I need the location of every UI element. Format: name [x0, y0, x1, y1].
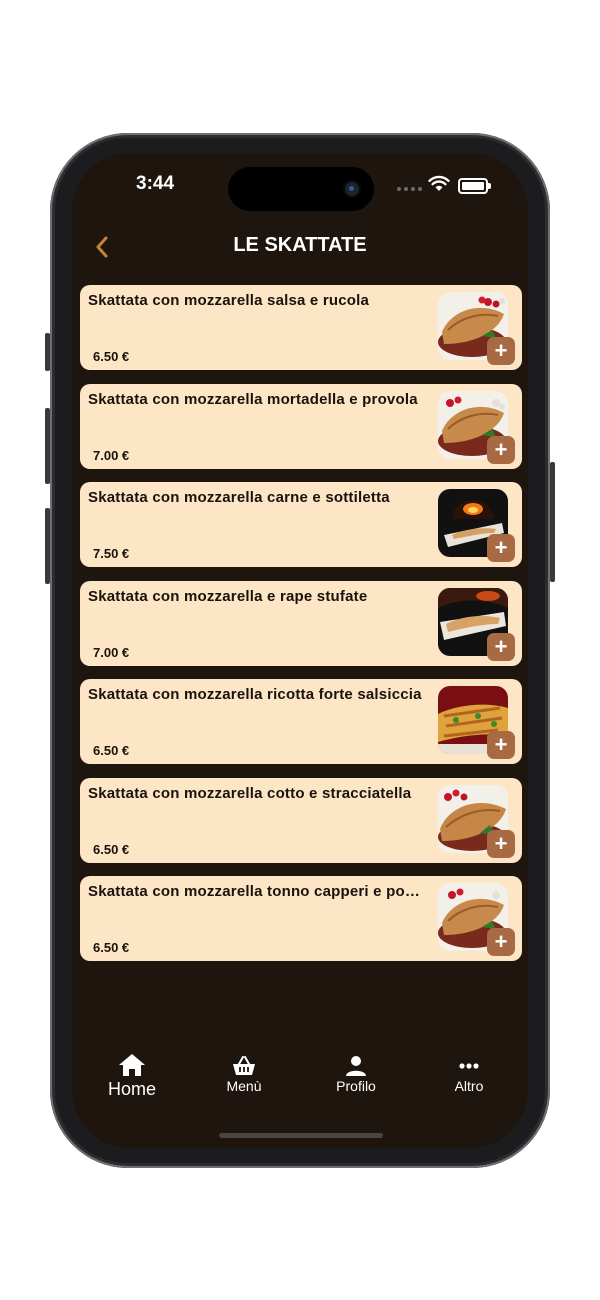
signal-icon	[397, 187, 422, 191]
tab-profile-label: Profilo	[336, 1078, 376, 1094]
tab-more[interactable]: Altro	[419, 1056, 519, 1094]
wifi-icon	[428, 175, 450, 191]
person-icon	[346, 1056, 366, 1076]
status-time: 3:44	[136, 173, 175, 194]
tab-home[interactable]: Home	[82, 1053, 182, 1100]
tab-profile[interactable]: Profilo	[306, 1056, 406, 1094]
dynamic-island	[228, 167, 374, 211]
tab-menu[interactable]: Menù	[194, 1056, 294, 1094]
product-name: Skattata con mozzarella salsa e rucola	[88, 292, 370, 309]
product-name: Skattata con mozzarella cotto e straccia…	[88, 784, 412, 802]
home-indicator[interactable]	[219, 1133, 383, 1138]
product-price: 6.50 €	[93, 349, 130, 364]
product-name: Skattata con mozzarella ricotta forte sa…	[88, 686, 422, 703]
add-to-cart-button[interactable]: +	[487, 534, 515, 562]
product-list: Skattata con mozzarella salsa e rucola 6…	[80, 285, 522, 975]
tab-home-label: Home	[107, 1079, 156, 1099]
product-card[interactable]: Skattata con mozzarella cotto e straccia…	[80, 777, 522, 863]
page-title: LE SKATTATE	[233, 234, 367, 256]
product-card[interactable]: Skattata con mozzarella mortadella e pro…	[80, 383, 522, 469]
add-to-cart-button[interactable]: +	[487, 731, 515, 759]
app-screen: 3:44 LE SKATTATE Skattata con mozzarella…	[72, 153, 528, 1148]
product-price: 6.50 €	[93, 743, 130, 758]
product-name: Skattata con mozzarella mortadella e pro…	[88, 390, 418, 408]
tab-menu-label: Menù	[226, 1078, 262, 1094]
house-icon	[119, 1054, 145, 1076]
add-to-cart-button[interactable]: +	[487, 928, 515, 956]
product-card[interactable]: Skattata con mozzarella tonno capperi e …	[80, 876, 522, 961]
product-price: 7.50 €	[93, 546, 130, 561]
add-to-cart-button[interactable]: +	[487, 337, 515, 365]
add-to-cart-button[interactable]: +	[487, 829, 515, 858]
status-bar: 3:44	[72, 153, 528, 213]
product-name: Skattata con mozzarella tonno capperi e …	[88, 883, 428, 900]
product-name: Skattata con mozzarella carne e sottilet…	[88, 489, 390, 506]
product-name: Skattata con mozzarella e rape stufate	[88, 587, 368, 605]
tab-bar: Home Menù Profilo Altro	[72, 1053, 528, 1123]
basket-icon	[233, 1056, 255, 1075]
add-to-cart-button[interactable]: +	[487, 632, 515, 661]
product-price: 6.50 €	[93, 841, 130, 857]
add-to-cart-button[interactable]: +	[487, 435, 515, 464]
product-card[interactable]: Skattata con mozzarella carne e sottilet…	[80, 482, 522, 567]
product-card[interactable]: Skattata con mozzarella ricotta forte sa…	[80, 679, 522, 764]
product-price: 7.00 €	[93, 644, 130, 660]
product-card[interactable]: Skattata con mozzarella salsa e rucola 6…	[80, 285, 522, 370]
nav-header: LE SKATTATE	[72, 228, 528, 268]
tab-more-label: Altro	[454, 1078, 484, 1094]
front-camera	[345, 182, 359, 196]
product-card[interactable]: Skattata con mozzarella e rape stufate 7…	[80, 580, 522, 666]
ellipsis-icon	[459, 1063, 479, 1069]
product-price: 7.00 €	[93, 447, 130, 463]
battery-icon	[458, 178, 491, 194]
product-price: 6.50 €	[93, 940, 130, 955]
